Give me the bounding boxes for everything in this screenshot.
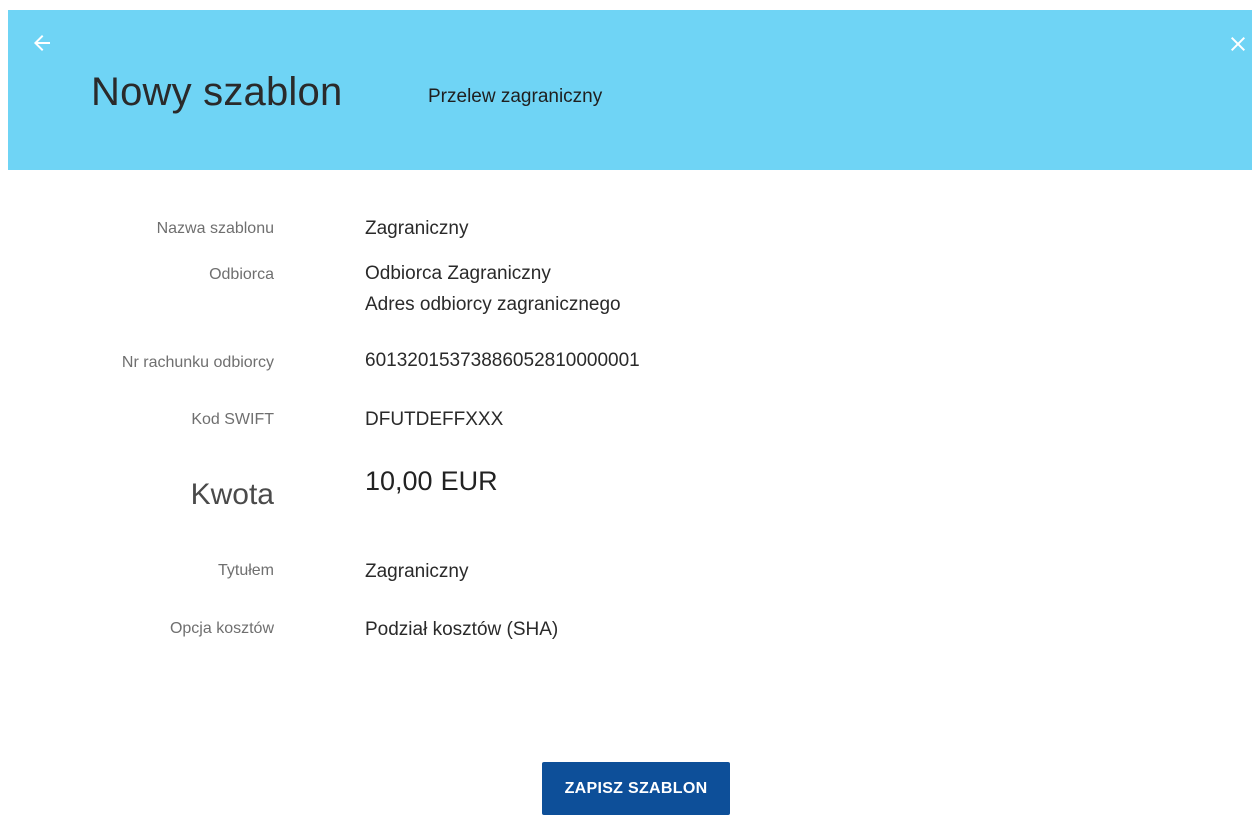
- transfer-title-value: Zagraniczny: [365, 561, 469, 582]
- close-icon[interactable]: [1226, 32, 1250, 56]
- transfer-title-label: Tytułem: [217, 562, 274, 579]
- page-title: Nowy szablon: [91, 70, 343, 114]
- cost-option-label: Opcja kosztów: [169, 620, 274, 637]
- save-template-button[interactable]: ZAPISZ SZABLON: [542, 762, 730, 815]
- account-number-label: Nr rachunku odbiorcy: [121, 354, 274, 371]
- recipient-name: Odbiorca Zagraniczny: [365, 263, 551, 284]
- arrow-left-icon[interactable]: [30, 31, 54, 55]
- recipient-address: Adres odbiorcy zagranicznego: [365, 294, 621, 315]
- cost-option-value: Podział kosztów (SHA): [365, 619, 559, 640]
- template-name-value: Zagraniczny: [365, 218, 469, 239]
- swift-value: DFUTDEFFXXX: [365, 409, 504, 430]
- recipient-label: Odbiorca: [209, 266, 274, 283]
- amount-currency: EUR: [440, 466, 498, 496]
- amount-value: 10,00 EUR: [365, 466, 498, 497]
- page-subtitle: Przelew zagraniczny: [428, 86, 603, 107]
- swift-label: Kod SWIFT: [191, 411, 274, 428]
- amount-label: Kwota: [190, 478, 274, 511]
- header-bar: Nowy szablon Przelew zagraniczny: [8, 10, 1252, 170]
- template-name-label: Nazwa szablonu: [156, 220, 274, 237]
- amount-number: 10,00: [365, 466, 433, 496]
- account-number-value: 60132015373886052810000001: [365, 350, 640, 371]
